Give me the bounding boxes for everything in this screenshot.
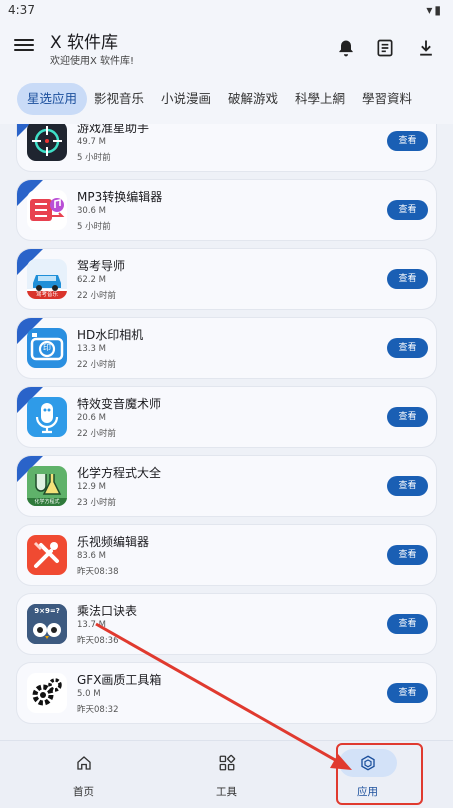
menu-icon[interactable] (14, 36, 34, 56)
app-time: 5 小时前 (77, 222, 111, 232)
view-button[interactable]: 查看 (387, 476, 428, 496)
app-name: 化学方程式大全 (77, 466, 162, 480)
app-card[interactable]: 化学方程式 化学方程式大全 12.9 M 23 小时前 查看 (17, 456, 436, 516)
download-icon[interactable] (414, 36, 438, 60)
watermark-camera-icon: 印 (27, 328, 67, 368)
multiplication-owl-icon: 9×9=? (27, 604, 67, 644)
status-icons: ▾▮ (426, 3, 443, 17)
app-card[interactable]: GFX画质工具箱 5.0 M 昨天08:32 查看 (17, 663, 436, 723)
app-card[interactable]: 游戏准星助手 49.7 M 5 小时前 查看 (17, 124, 436, 171)
document-icon[interactable] (373, 36, 397, 60)
app-size: 13.3 M (77, 344, 106, 354)
app-card[interactable]: 乐视频编辑器 83.6 M 昨天08:38 查看 (17, 525, 436, 585)
app-time: 昨天08:36 (77, 636, 119, 646)
app-size: 83.6 M (77, 551, 106, 561)
notification-bell-icon[interactable] (334, 36, 358, 60)
nav-tools[interactable]: 工具 (151, 741, 302, 808)
page-subtitle: 欢迎使用X 软件库! (50, 56, 135, 67)
status-bar: 4:37 ▾▮ (0, 0, 453, 22)
app-size: 13.7 M (77, 620, 106, 630)
app-name: 驾考导师 (77, 259, 126, 273)
app-time: 22 小时前 (77, 429, 117, 439)
app-size: 62.2 M (77, 275, 106, 285)
nav-label: 工具 (216, 786, 237, 798)
app-size: 30.6 M (77, 206, 106, 216)
app-time: 昨天08:38 (77, 567, 119, 577)
app-card[interactable]: 印 HD水印相机 13.3 M 22 小时前 查看 (17, 318, 436, 378)
app-name: MP3转换编辑器 (77, 190, 163, 204)
app-card[interactable]: 9×9=? 乘法口诀表 13.7 M 昨天08:36 查看 (17, 594, 436, 654)
tab-science-internet[interactable]: 科學上網 (285, 83, 355, 115)
nav-home[interactable]: 首页 (8, 741, 159, 808)
app-bar: X 软件库 欢迎使用X 软件库! (0, 22, 453, 78)
icon-caption: 化学方程式 (34, 499, 60, 505)
app-card[interactable]: MP3转换编辑器 30.6 M 5 小时前 查看 (17, 180, 436, 240)
tab-novel-comics[interactable]: 小说漫画 (151, 83, 221, 115)
tools-grid-icon (198, 749, 256, 777)
gears-icon (27, 673, 67, 713)
app-name: 乘法口诀表 (77, 604, 138, 618)
tab-cracked-games[interactable]: 破解游戏 (218, 83, 288, 115)
chemistry-flask-icon: 化学方程式 (27, 466, 67, 506)
view-button[interactable]: 查看 (387, 545, 428, 565)
microphone-icon (27, 397, 67, 437)
tab-video-music[interactable]: 影视音乐 (84, 83, 154, 115)
app-size: 12.9 M (77, 482, 106, 492)
tab-featured-apps[interactable]: 星选应用 (17, 83, 88, 115)
app-card[interactable]: 特效变音魔术师 20.6 M 22 小时前 查看 (17, 387, 436, 447)
app-time: 22 小时前 (77, 360, 117, 370)
app-size: 5.0 M (77, 689, 101, 699)
view-button[interactable]: 查看 (387, 131, 428, 151)
app-list: 游戏准星助手 49.7 M 5 小时前 查看 MP3转换编辑器 30.6 M 5… (0, 124, 453, 736)
music-convert-icon (27, 190, 67, 230)
app-time: 22 小时前 (77, 291, 117, 301)
crosshair-icon (27, 124, 67, 161)
app-name: GFX画质工具箱 (77, 673, 162, 687)
video-editor-icon (27, 535, 67, 575)
nav-label: 首页 (73, 786, 94, 798)
app-name: HD水印相机 (77, 328, 144, 342)
view-button[interactable]: 查看 (387, 407, 428, 427)
tab-study-materials[interactable]: 學習資料 (352, 83, 422, 115)
app-time: 23 小时前 (77, 498, 117, 508)
app-time: 昨天08:32 (77, 705, 119, 715)
status-time: 4:37 (8, 3, 35, 17)
bottom-nav: 首页 工具 应用 (0, 740, 453, 808)
page-title: X 软件库 (50, 33, 119, 53)
view-button[interactable]: 查看 (387, 338, 428, 358)
app-card[interactable]: 驾考音乐 驾考导师 62.2 M 22 小时前 查看 (17, 249, 436, 309)
view-button[interactable]: 查看 (387, 200, 428, 220)
nav-label: 应用 (357, 786, 378, 798)
view-button[interactable]: 查看 (387, 269, 428, 289)
app-time: 5 小时前 (77, 153, 111, 163)
car-icon: 驾考音乐 (27, 259, 67, 299)
view-button[interactable]: 查看 (387, 614, 428, 634)
view-button[interactable]: 查看 (387, 683, 428, 703)
battery-icon: ▮ (434, 3, 443, 17)
icon-caption: 印 (43, 343, 51, 352)
icon-caption: 驾考音乐 (35, 292, 58, 298)
home-icon (55, 749, 113, 777)
app-size: 20.6 M (77, 413, 106, 423)
app-name: 特效变音魔术师 (77, 397, 162, 411)
app-name: 游戏准星助手 (77, 124, 150, 135)
app-size: 49.7 M (77, 137, 106, 147)
app-name: 乐视频编辑器 (77, 535, 150, 549)
nav-apps[interactable]: 应用 (292, 741, 443, 808)
category-tabs: 星选应用 影视音乐 小说漫画 破解游戏 科學上網 學習資料 (0, 78, 453, 124)
icon-caption: 9×9=? (34, 607, 60, 615)
app-cube-icon (338, 749, 397, 777)
